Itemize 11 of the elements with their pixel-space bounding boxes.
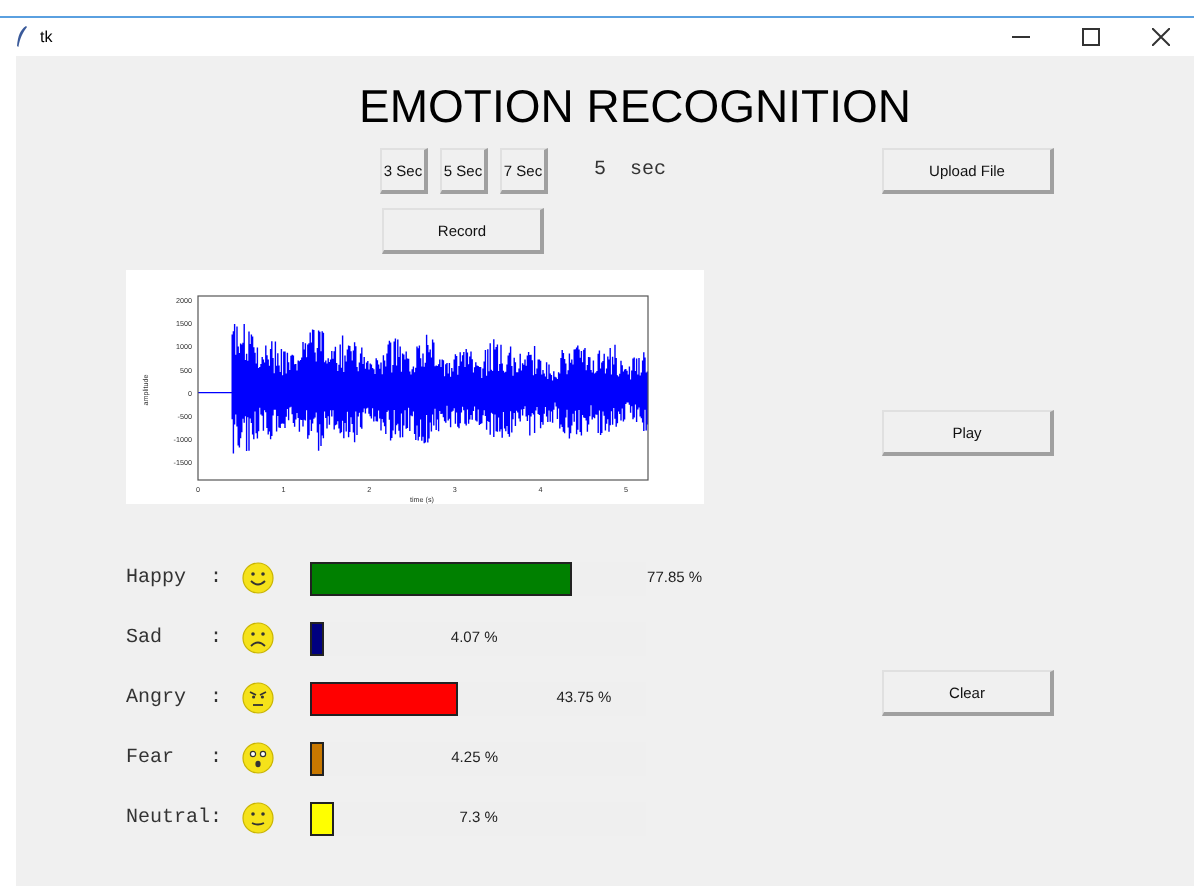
close-icon[interactable] [1152, 28, 1170, 46]
window-title: tk [40, 28, 53, 46]
emotion-label: Happy : [126, 567, 225, 589]
duration-display: 5 sec [594, 160, 667, 182]
feather-icon [16, 26, 28, 48]
app-heading: EMOTION RECOGNITION [357, 78, 913, 136]
emotion-label: Fear : [126, 747, 225, 769]
emotion-label: Sad : [126, 627, 225, 649]
maximize-icon[interactable] [1082, 28, 1100, 46]
emotion-label: Angry : [126, 687, 225, 709]
emotion-label: Neutral: [126, 807, 225, 829]
